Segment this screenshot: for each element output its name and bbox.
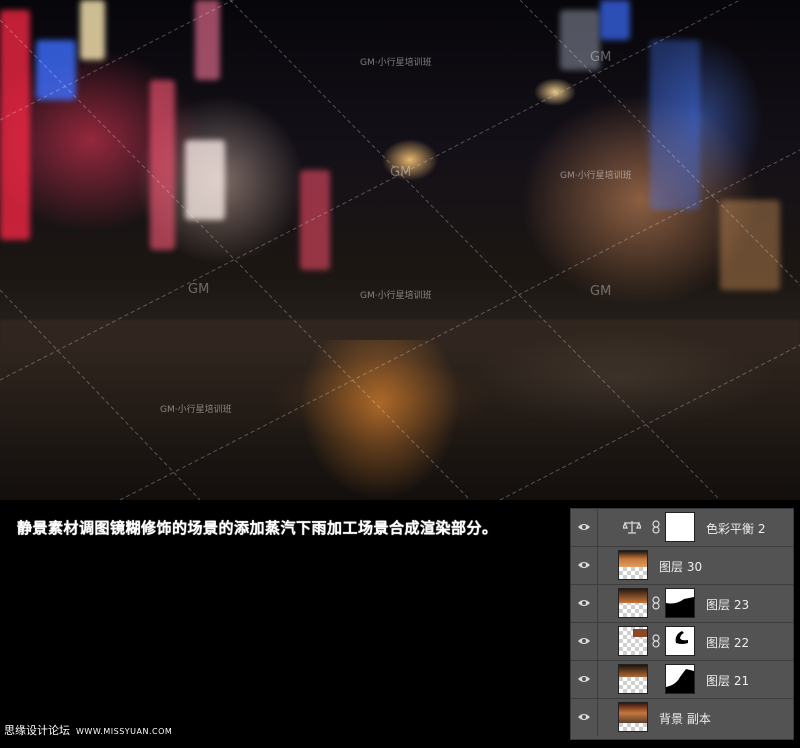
layer-name[interactable]: 图层 23 [706,596,749,613]
watermark: GM·小行星培训班 [360,58,432,68]
visibility-toggle[interactable] [571,509,598,546]
layer-mask-thumbnail[interactable] [665,664,695,694]
watermark: GM [390,165,412,180]
eye-icon [578,676,590,682]
layer-name[interactable]: 色彩平衡 2 [706,520,765,537]
layer-thumbnail[interactable] [618,550,648,580]
mask-shape [666,669,694,693]
layer-thumbnail[interactable] [618,702,648,732]
layer-row-color-balance[interactable]: 色彩平衡 2 [571,509,793,547]
watermark: GM·小行星培训班 [360,291,432,301]
layer-mask-thumbnail[interactable] [665,588,695,618]
adjustment-mask-thumbnail[interactable] [665,512,695,542]
chain-link-icon[interactable] [651,520,661,534]
layer-row-22[interactable]: 图层 22 [571,623,793,661]
chain-link-icon[interactable] [651,634,661,648]
layer-row-21[interactable]: 图层 21 [571,661,793,699]
layer-thumbnail[interactable] [618,626,648,656]
watermark-grid [0,0,800,500]
layer-row-23[interactable]: 图层 23 [571,585,793,623]
watermark: GM [188,282,210,297]
mask-shape [675,631,688,644]
layers-panel: 色彩平衡 2 图层 30 图层 23 图层 22 图层 21 背景 副本 [570,508,794,740]
layer-name[interactable]: 图层 30 [659,558,702,575]
balance-scale-icon [623,521,641,534]
watermark: GM [590,284,612,299]
eye-icon [578,638,590,644]
eye-icon [578,714,590,720]
visibility-toggle[interactable] [571,547,598,584]
layer-name[interactable]: 图层 22 [706,634,749,651]
layer-row-30[interactable]: 图层 30 [571,547,793,585]
eye-icon [578,600,590,606]
visibility-toggle[interactable] [571,585,598,622]
layer-row-background-copy[interactable]: 背景 副本 [571,699,793,736]
tutorial-caption: 静景素材调图镜糊修饰的场景的添加蒸汽下雨加工场景合成渲染部分。 [17,519,498,537]
layer-mask-thumbnail[interactable] [665,626,695,656]
layer-thumbnail[interactable] [618,588,648,618]
chain-link-icon[interactable] [651,596,661,610]
footer-brand: 思缘设计论坛 WWW.MISSYUAN.COM [4,722,172,738]
layer-name[interactable]: 图层 21 [706,672,749,689]
brand-site: WWW.MISSYUAN.COM [76,727,173,736]
visibility-toggle[interactable] [571,661,598,698]
watermark: GM [590,50,612,65]
eye-icon [578,562,590,568]
brand-name: 思缘设计论坛 [4,724,70,737]
mask-shape [666,597,694,617]
layer-thumbnail[interactable] [618,664,648,694]
watermark: GM·小行星培训班 [560,171,632,181]
visibility-toggle[interactable] [571,699,598,736]
night-street-photo: GM GM·小行星培训班 GM GM·小行星培训班 GM GM·小行星培训班 G… [0,0,800,500]
visibility-toggle[interactable] [571,623,598,660]
eye-icon [578,524,590,530]
watermark: GM·小行星培训班 [160,405,232,415]
layer-name[interactable]: 背景 副本 [659,710,711,727]
